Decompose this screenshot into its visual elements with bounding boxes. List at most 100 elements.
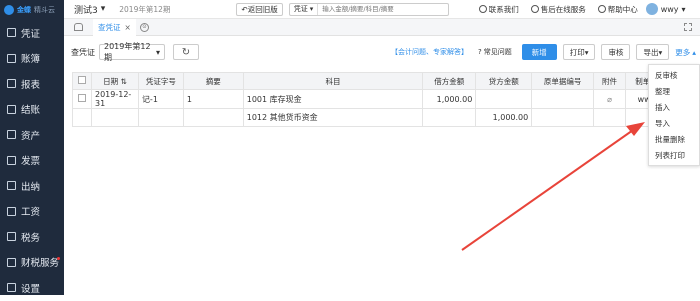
chat-icon xyxy=(478,5,487,13)
closing-icon xyxy=(7,104,16,114)
fullscreen-icon[interactable] xyxy=(684,23,692,31)
menu-item-organize[interactable]: 整理 xyxy=(649,83,699,99)
search-box[interactable]: 凭证 ▾ xyxy=(288,2,449,16)
sidebar-item[interactable]: 资产 xyxy=(0,122,64,148)
more-dropdown-menu: 反审核 整理 插入 导入 批量删除 列表打印 xyxy=(648,64,700,166)
tax-service-icon xyxy=(7,257,16,267)
home-icon[interactable] xyxy=(74,23,83,31)
sidebar-item-label: 账簿 xyxy=(21,54,41,66)
review-button[interactable]: 审核 xyxy=(601,44,631,60)
contact-link[interactable]: 联系我们 xyxy=(478,4,519,15)
debit-cell: 1,000.00 xyxy=(422,89,477,109)
table-header-row: 日期 ⇅ 凭证字号 摘要 科目 借方金额 贷方金额 原单据编号 附件 制单人 审… xyxy=(72,72,700,90)
sidebar-item[interactable]: 出纳 xyxy=(0,173,64,199)
tab-query-voucher[interactable]: 查凭证 × xyxy=(93,18,136,36)
voucher-cell xyxy=(137,108,184,127)
table-row[interactable]: 1012 其他货币资金 1,000.00 xyxy=(72,108,700,127)
sidebar-item[interactable]: 财税服务 xyxy=(0,250,64,276)
common-questions-link[interactable]: ? 常见问题 xyxy=(478,47,512,57)
chevron-down-icon: ▾ xyxy=(681,4,686,14)
attachment-cell[interactable]: ⌀ xyxy=(593,89,627,109)
date-cell xyxy=(90,108,139,127)
more-button[interactable]: 更多 ▴ xyxy=(675,47,696,58)
add-button[interactable]: 新增 xyxy=(521,44,557,60)
sidebar-item[interactable]: 发票 xyxy=(0,148,64,174)
summary-cell: 1 xyxy=(182,89,244,109)
header-subject: 科目 xyxy=(242,72,424,90)
common-questions-label: 常见问题 xyxy=(483,48,512,56)
help-icon xyxy=(597,5,606,13)
sidebar-item[interactable]: 设置 xyxy=(0,275,64,301)
sidebar-item-label: 设置 xyxy=(21,283,41,295)
chevron-down-icon: ▾ xyxy=(658,47,663,57)
voucher-cell[interactable]: 记-1 xyxy=(137,89,184,109)
user-name: wwy xyxy=(660,4,679,14)
menu-item-list-print[interactable]: 列表打印 xyxy=(649,147,699,163)
voucher-icon xyxy=(7,28,16,38)
arrow-shaft xyxy=(461,127,637,251)
refresh-icon: ↻ xyxy=(181,46,191,58)
row-checkbox[interactable] xyxy=(77,94,86,102)
after-sales-label: 售后在线服务 xyxy=(540,4,586,14)
menu-item-batch-delete[interactable]: 批量删除 xyxy=(649,131,699,147)
sidebar-item[interactable]: 凭证 xyxy=(0,20,64,46)
print-button[interactable]: 打印 ▾ xyxy=(562,44,596,60)
voucher-table: 日期 ⇅ 凭证字号 摘要 科目 借方金额 贷方金额 原单据编号 附件 制单人 审… xyxy=(72,72,700,127)
header-source-no: 原单据编号 xyxy=(531,72,595,90)
help-center-link[interactable]: 帮助中心 xyxy=(597,4,638,15)
menu-item-import[interactable]: 导入 xyxy=(649,115,699,131)
paperclip-icon[interactable]: ⌀ xyxy=(607,95,612,104)
sidebar-item-label: 税务 xyxy=(21,232,41,244)
old-version-button[interactable]: ↶ 返回旧版 xyxy=(236,2,283,16)
header-date[interactable]: 日期 ⇅ xyxy=(90,72,139,90)
table-row[interactable]: 2019-12-31 记-1 1 1001 库存现金 1,000.00 ⌀ ww… xyxy=(72,89,700,109)
select-all-checkbox[interactable] xyxy=(77,76,86,84)
logo-sub: 精斗云 xyxy=(34,6,55,14)
chevron-down-icon: ▾ xyxy=(584,47,589,57)
debit-cell xyxy=(422,108,477,127)
source-no-cell xyxy=(531,108,595,127)
credit-cell xyxy=(475,89,533,109)
print-label: 打印 xyxy=(569,47,585,57)
sidebar-item-label: 凭证 xyxy=(21,28,41,40)
sidebar-item[interactable]: 税务 xyxy=(0,224,64,250)
account-selector[interactable]: 测试3 ▾ xyxy=(74,3,105,16)
expert-help-link[interactable]: 【会计问题、专家解答】 xyxy=(391,47,468,57)
row-checkbox-cell[interactable] xyxy=(72,89,92,109)
after-sales-link[interactable]: 售后在线服务 xyxy=(530,4,586,15)
search-input[interactable] xyxy=(322,5,443,13)
search-type-select[interactable]: 凭证 ▾ xyxy=(290,3,319,15)
chevron-up-icon: ▴ xyxy=(692,47,696,57)
account-name: 测试3 xyxy=(74,5,98,16)
query-label: 查凭证 xyxy=(71,47,95,57)
sidebar-item[interactable]: 账簿 xyxy=(0,46,64,72)
sidebar-item[interactable]: 报表 xyxy=(0,71,64,97)
period-select[interactable]: 2019年第12期 ▾ xyxy=(99,42,165,62)
tax-icon xyxy=(7,232,16,242)
menu-item-unreview[interactable]: 反审核 xyxy=(649,67,699,83)
summary-cell xyxy=(182,108,244,127)
header-attachment: 附件 xyxy=(593,72,627,90)
header-checkbox[interactable] xyxy=(72,72,92,90)
cashier-icon xyxy=(7,181,16,191)
refresh-button[interactable]: ↻ xyxy=(173,44,199,60)
toolbar: 查凭证 2019年第12期 ▾ ↻ 【会计问题、专家解答】 ? 常见问题 新增 … xyxy=(64,36,700,68)
user-menu[interactable]: wwy ▾ xyxy=(645,3,686,15)
old-version-label: 返回旧版 xyxy=(247,4,278,14)
header-summary: 摘要 xyxy=(182,72,244,90)
close-icon[interactable]: × xyxy=(125,23,131,32)
tab-bar: 查凭证 × ⊙ xyxy=(64,18,700,36)
asset-icon xyxy=(7,130,16,140)
tab-more-icon[interactable]: ⊙ xyxy=(139,22,149,32)
export-button[interactable]: 导出 ▾ xyxy=(636,44,670,60)
sidebar-item[interactable]: 工资 xyxy=(0,199,64,225)
source-no-cell xyxy=(531,89,595,109)
attachment-cell xyxy=(593,108,627,127)
review-label: 审核 xyxy=(608,47,624,57)
credit-cell: 1,000.00 xyxy=(475,108,533,127)
search-type-label: 凭证 xyxy=(293,5,308,13)
sidebar-item-label: 资产 xyxy=(21,130,41,142)
sidebar-item[interactable]: 结账 xyxy=(0,97,64,123)
sidebar-item-label: 财税服务 xyxy=(21,258,60,270)
menu-item-insert[interactable]: 插入 xyxy=(649,99,699,115)
